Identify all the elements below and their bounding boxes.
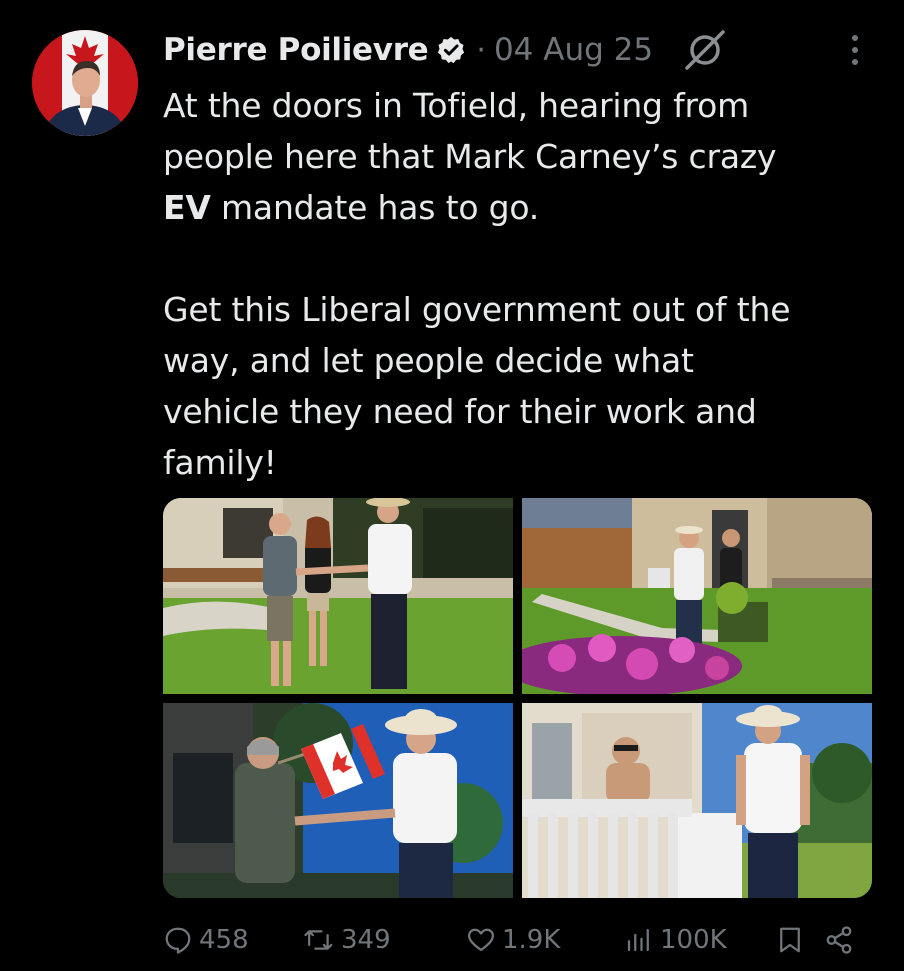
repost-icon bbox=[304, 930, 333, 950]
separator-dot: · bbox=[476, 32, 486, 68]
reply-count: 458 bbox=[199, 925, 249, 955]
tweet-bold-word: EV bbox=[163, 188, 211, 227]
heart-icon bbox=[468, 928, 494, 952]
bookmark-icon bbox=[780, 927, 800, 953]
tweet-text: At the doors in Tofield, hearing from pe… bbox=[163, 80, 883, 488]
tweet-header: Pierre Poilievre · 04 Aug 25 bbox=[163, 26, 873, 74]
tweet-line: Get this Liberal government out of the bbox=[163, 290, 791, 329]
tweet-line: vehicle they need for their work and bbox=[163, 392, 757, 431]
repost-count: 349 bbox=[341, 925, 391, 955]
grok-icon[interactable] bbox=[683, 28, 727, 72]
more-options-icon[interactable] bbox=[849, 32, 861, 68]
like-count: 1.9K bbox=[502, 925, 561, 955]
bookmark-button[interactable] bbox=[776, 925, 824, 955]
views-button[interactable]: 100K bbox=[624, 925, 776, 955]
views-icon bbox=[627, 928, 649, 952]
photo-handshake-lawn[interactable] bbox=[163, 498, 513, 694]
post-date[interactable]: 04 Aug 25 bbox=[494, 32, 653, 68]
tweet-line: EV mandate has to go. bbox=[163, 182, 883, 233]
share-icon bbox=[826, 926, 852, 954]
views-count: 100K bbox=[660, 925, 727, 955]
photo-doorstep-visit[interactable] bbox=[522, 498, 872, 694]
repost-button[interactable]: 349 bbox=[303, 925, 466, 955]
reply-button[interactable]: 458 bbox=[163, 925, 303, 955]
reply-icon bbox=[165, 927, 191, 954]
tweet-line: At the doors in Tofield, hearing from bbox=[163, 86, 750, 125]
action-bar: 458 349 1.9K 100K bbox=[163, 915, 863, 965]
tweet-line: way, and let people decide what bbox=[163, 341, 694, 380]
avatar[interactable] bbox=[32, 30, 138, 136]
photo-fence-conversation[interactable] bbox=[522, 703, 872, 898]
tweet-line: family! bbox=[163, 443, 277, 482]
verified-badge-icon[interactable] bbox=[436, 35, 466, 65]
media-grid bbox=[163, 498, 872, 898]
like-button[interactable]: 1.9K bbox=[466, 925, 624, 955]
tweet-line: people here that Mark Carney’s crazy bbox=[163, 137, 777, 176]
author-name[interactable]: Pierre Poilievre bbox=[163, 32, 429, 68]
share-button[interactable] bbox=[824, 925, 860, 955]
tweet-line-rest: mandate has to go. bbox=[210, 188, 540, 227]
photo-canada-flag-handshake[interactable] bbox=[163, 703, 513, 898]
